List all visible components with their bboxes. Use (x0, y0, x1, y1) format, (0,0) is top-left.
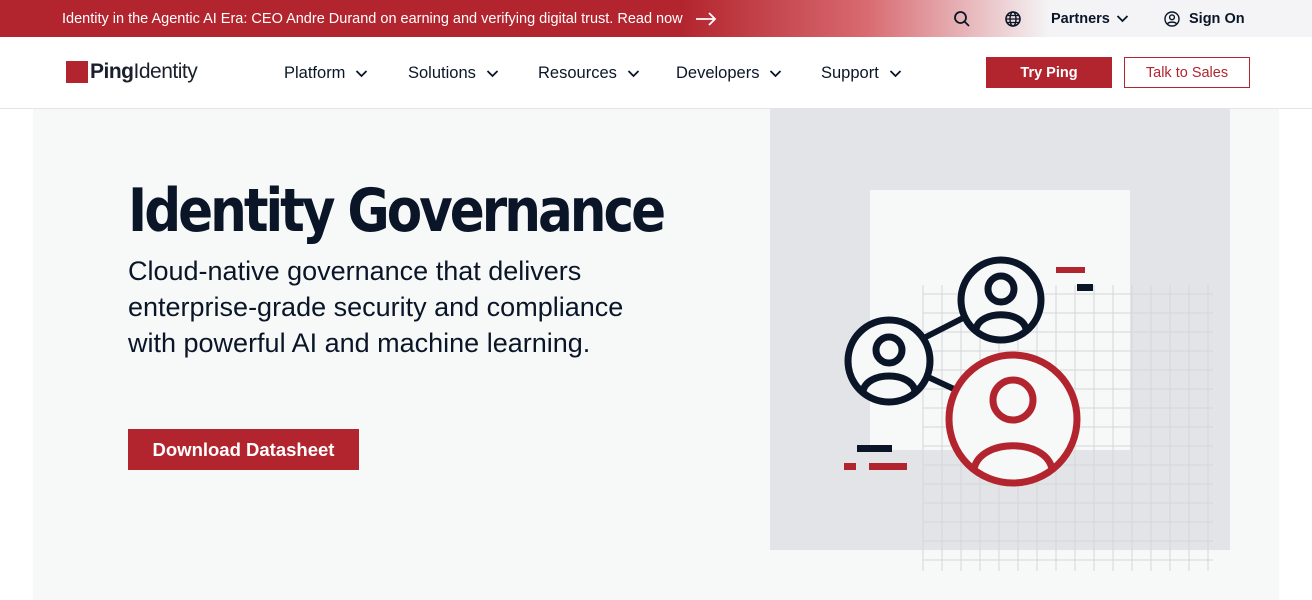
chevron-down-icon (770, 69, 782, 77)
user-icon (1164, 10, 1180, 27)
arrow-right-icon (695, 11, 716, 26)
nav-item-label: Resources (538, 63, 617, 82)
page-title: Identity Governance (128, 176, 666, 246)
announcement-link[interactable]: Identity in the Agentic AI Era: CEO Andr… (62, 0, 717, 37)
announcement-text: Identity in the Agentic AI Era: CEO Andr… (62, 10, 683, 27)
governance-illustration (770, 109, 1230, 571)
chevron-down-icon (627, 69, 640, 77)
sign-on-link[interactable]: Sign On (1164, 0, 1245, 37)
user-node-icon (957, 256, 1045, 344)
main-nav: PingIdentity Platform Solutions Resource… (0, 37, 1312, 109)
nav-item-label: Support (821, 63, 879, 82)
search-icon (954, 10, 970, 27)
sign-on-label: Sign On (1189, 10, 1245, 27)
download-datasheet-button[interactable]: Download Datasheet (128, 429, 359, 470)
nav-item-solutions[interactable]: Solutions (408, 37, 499, 109)
partners-label: Partners (1051, 10, 1110, 27)
logo-mark-icon (66, 61, 88, 83)
ping-identity-logo[interactable]: PingIdentity (66, 60, 198, 84)
nav-item-label: Solutions (408, 63, 476, 82)
nav-item-label: Platform (284, 63, 346, 82)
language-button[interactable] (1004, 0, 1022, 37)
hero-subtitle: Cloud-native governance that delivers en… (128, 256, 624, 358)
search-button[interactable] (953, 0, 971, 37)
try-ping-button[interactable]: Try Ping (986, 57, 1112, 88)
user-node-icon (844, 316, 934, 406)
chevron-down-icon (356, 69, 368, 77)
announcement-bar: Identity in the Agentic AI Era: CEO Andr… (0, 0, 1312, 37)
nav-item-resources[interactable]: Resources (538, 37, 640, 109)
talk-to-sales-button[interactable]: Talk to Sales (1124, 57, 1250, 88)
nav-item-label: Developers (676, 63, 760, 82)
logo-text-bold: Ping (90, 60, 134, 83)
logo-text-light: Identity (133, 60, 198, 83)
chevron-down-icon (1116, 15, 1128, 23)
partners-menu[interactable]: Partners (1051, 0, 1129, 37)
chevron-down-icon (486, 69, 499, 77)
nav-item-support[interactable]: Support (821, 37, 902, 109)
globe-icon (1005, 10, 1021, 27)
user-node-icon-active (945, 351, 1081, 487)
nav-item-developers[interactable]: Developers (676, 37, 782, 109)
nav-item-platform[interactable]: Platform (284, 37, 368, 109)
chevron-down-icon (889, 69, 901, 77)
